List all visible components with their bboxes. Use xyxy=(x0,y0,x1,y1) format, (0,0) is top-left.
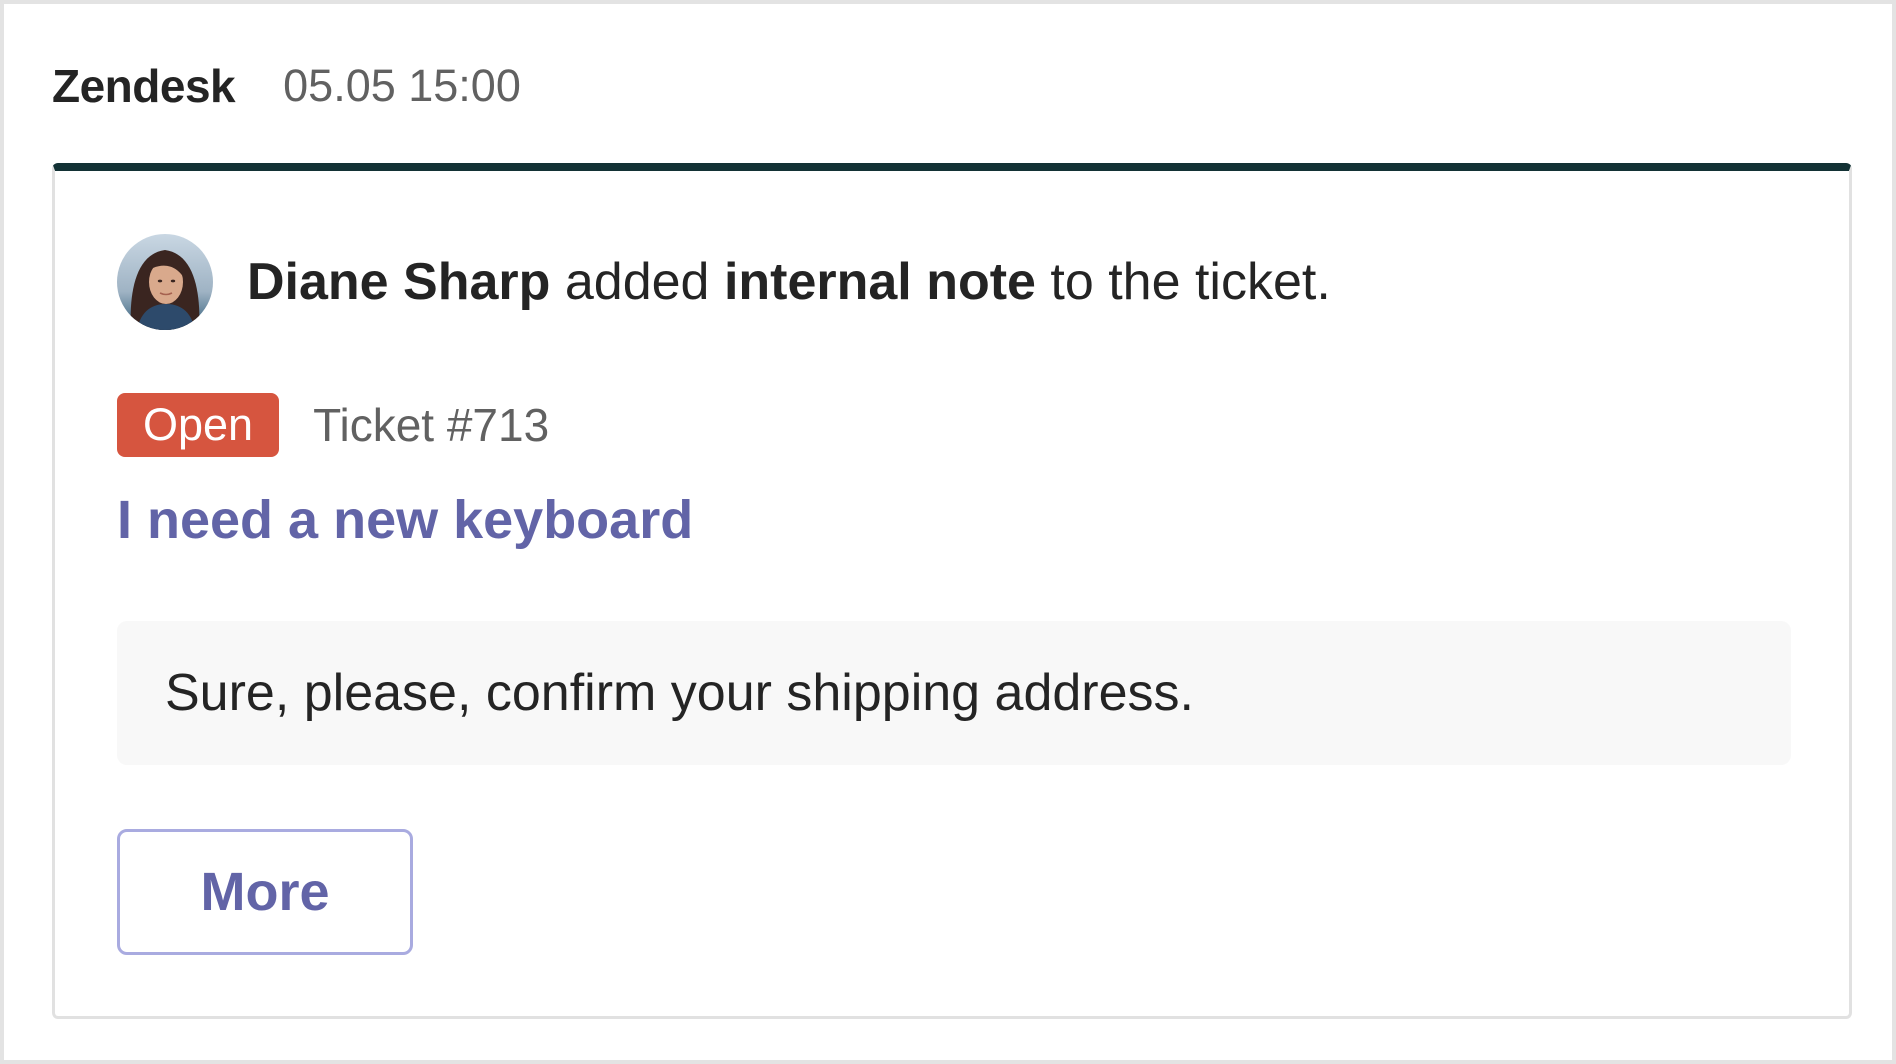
note-preview: Sure, please, confirm your shipping addr… xyxy=(117,621,1791,765)
ticket-card: Diane Sharp added internal note to the t… xyxy=(52,163,1852,1019)
avatar xyxy=(117,234,213,330)
ticket-title-link[interactable]: I need a new keyboard xyxy=(117,489,693,551)
activity-line: Diane Sharp added internal note to the t… xyxy=(117,234,1331,330)
ticket-meta: Open Ticket #713 xyxy=(117,393,549,457)
more-button[interactable]: More xyxy=(117,829,413,955)
activity-text: Diane Sharp added internal note to the t… xyxy=(247,252,1331,312)
status-badge: Open xyxy=(117,393,280,457)
activity-object: internal note xyxy=(723,253,1036,311)
actor-name: Diane Sharp xyxy=(247,253,551,311)
user-avatar-icon xyxy=(117,234,213,330)
message-frame: Zendesk 05.05 15:00 Diane Sharp added in… xyxy=(0,0,1896,1064)
ticket-number: Ticket #713 xyxy=(313,399,550,451)
activity-verb: added xyxy=(564,253,710,311)
app-name: Zendesk xyxy=(52,60,236,112)
message-header: Zendesk 05.05 15:00 xyxy=(52,56,521,116)
message-timestamp: 05.05 15:00 xyxy=(283,60,521,111)
note-text: Sure, please, confirm your shipping addr… xyxy=(165,664,1194,722)
activity-suffix: to the ticket. xyxy=(1050,253,1331,311)
